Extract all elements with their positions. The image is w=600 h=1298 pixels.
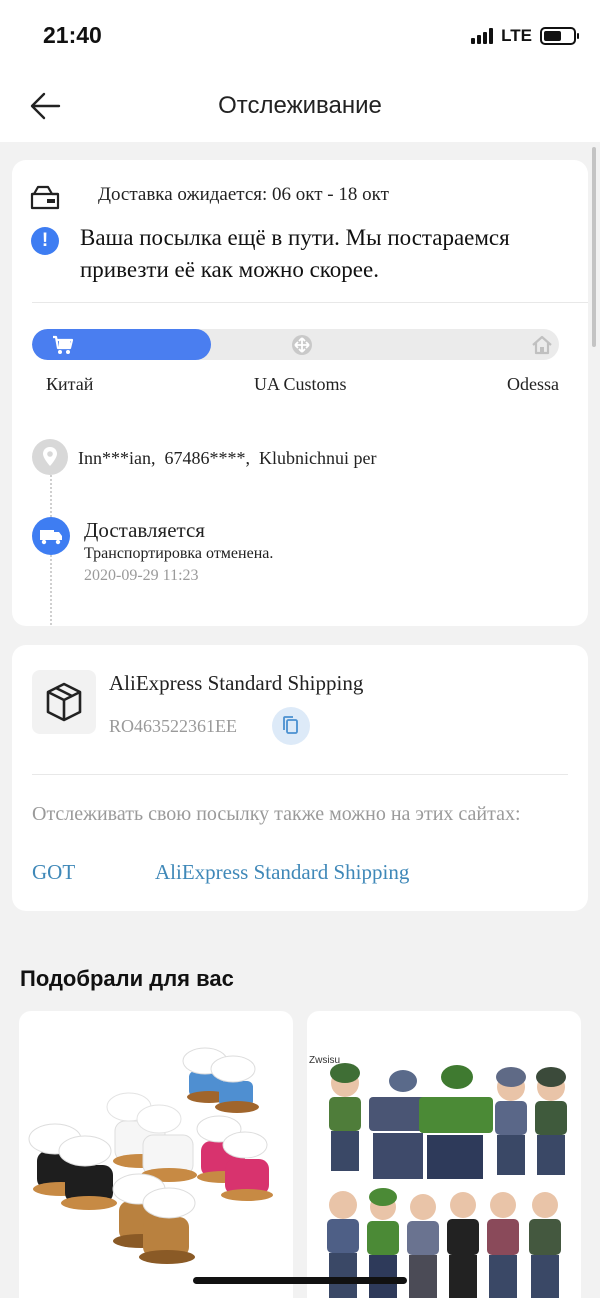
delivery-box-icon bbox=[30, 185, 60, 210]
doll-clothes-product-image bbox=[327, 1063, 567, 1298]
truck-icon bbox=[32, 517, 70, 555]
event-timestamp: 2020-09-29 11:23 bbox=[84, 567, 199, 584]
package-icon bbox=[32, 670, 96, 734]
copy-tracking-button[interactable] bbox=[272, 707, 310, 745]
status-time: 21:40 bbox=[43, 22, 102, 48]
delivery-estimate: Доставка ожидается: 06 окт - 18 окт bbox=[98, 184, 389, 205]
doll-boots-product-image bbox=[28, 1047, 273, 1264]
location-origin: Китай bbox=[46, 374, 94, 394]
product-card[interactable] bbox=[19, 1011, 293, 1298]
info-icon: ! bbox=[31, 227, 59, 255]
event-description: Транспортировка отменена. bbox=[84, 545, 274, 562]
copy-icon bbox=[283, 716, 298, 734]
recommendations-title: Подобрали для вас bbox=[20, 966, 234, 991]
cart-icon bbox=[53, 335, 74, 354]
customs-icon bbox=[292, 335, 312, 355]
location-customs: UA Customs bbox=[254, 374, 347, 394]
parcel-notice: Ваша посылка ещё в пути. Мы постараемся … bbox=[80, 225, 510, 282]
network-label: LTE bbox=[501, 26, 532, 45]
shipping-info-card: AliExpress Standard Shipping RO463522361… bbox=[12, 645, 588, 911]
location-destination: Odessa bbox=[507, 374, 559, 394]
divider bbox=[32, 774, 568, 775]
home-indicator bbox=[193, 1277, 407, 1284]
carrier-name: AliExpress Standard Shipping bbox=[109, 671, 364, 695]
status-indicators: LTE bbox=[471, 26, 579, 46]
event-title: Доставляется bbox=[84, 518, 205, 542]
shipping-progress-bar bbox=[32, 329, 559, 360]
also-track-text: Отслеживать свою посылку также можно на … bbox=[32, 803, 521, 825]
status-bar: 21:40 LTE bbox=[0, 0, 600, 70]
home-icon bbox=[532, 335, 552, 355]
signal-icon bbox=[471, 28, 494, 44]
battery-icon bbox=[540, 27, 579, 45]
location-pin-icon bbox=[32, 439, 68, 475]
divider bbox=[32, 302, 588, 303]
delivery-address: Inn***ian, 67486****, Klubnichnui per bbox=[78, 448, 377, 468]
product-brand-mark: Zwsisu bbox=[309, 1055, 341, 1066]
product-card[interactable]: Zwsisu bbox=[307, 1011, 581, 1298]
tracking-status-card: Доставка ожидается: 06 окт - 18 окт ! Ва… bbox=[12, 160, 588, 626]
header: Отслеживание bbox=[0, 70, 600, 142]
page-title: Отслеживание bbox=[218, 92, 382, 119]
tracking-number: RO463522361EE bbox=[109, 716, 237, 736]
got-link[interactable]: GOT bbox=[32, 860, 75, 885]
aliexpress-shipping-link[interactable]: AliExpress Standard Shipping bbox=[155, 860, 409, 885]
scrollbar[interactable] bbox=[592, 147, 596, 347]
